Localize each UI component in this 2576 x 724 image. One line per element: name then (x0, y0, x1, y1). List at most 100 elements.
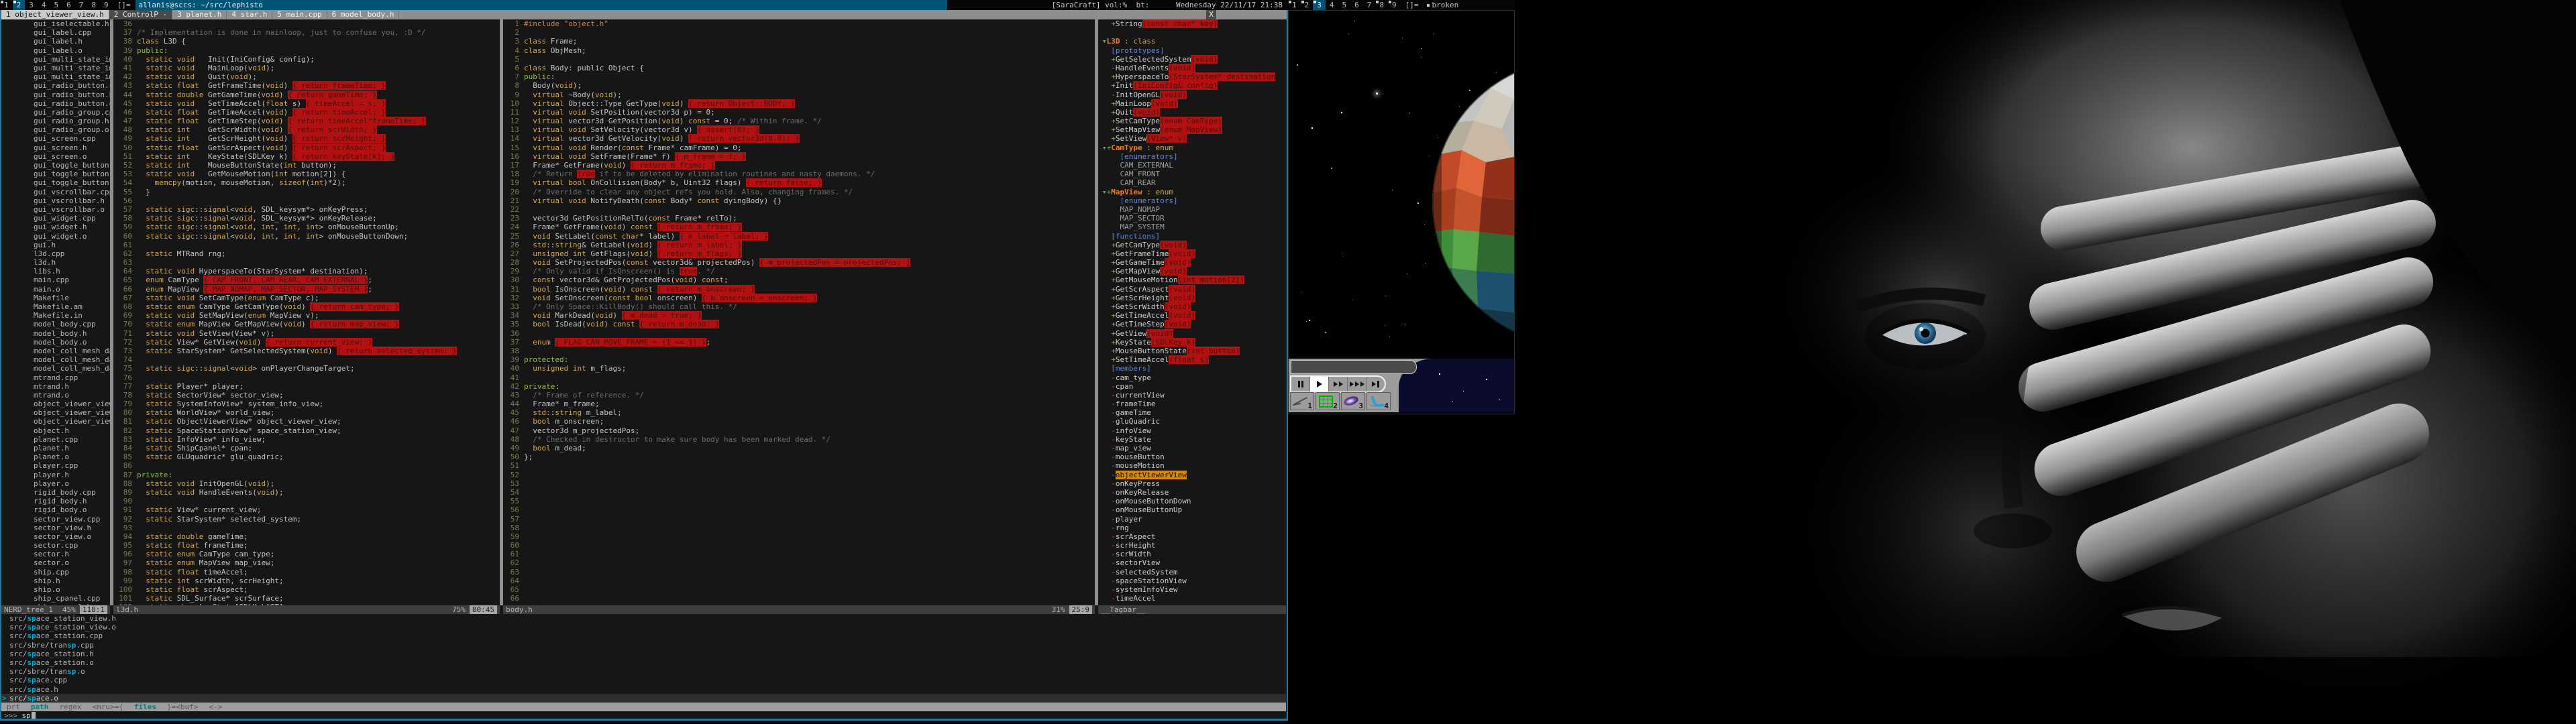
tree-file-ship.h[interactable]: ship.h (1, 577, 110, 585)
tagbar-row[interactable]: -scrAspect (1098, 532, 1286, 541)
tagbar-row[interactable]: +MouseButtonState(int button) (1098, 347, 1286, 355)
tree-file-gui_toggle_button.cpp[interactable]: gui_toggle_button.cpp (1, 161, 110, 170)
ctrlp-result[interactable]: >src/space.o (1, 694, 1286, 703)
ctrlp-mode-regex[interactable]: regex (59, 703, 81, 711)
tagbar-row[interactable]: -cam_type (1098, 373, 1286, 382)
ctrlp-result[interactable]: src/space_station_view.h (1, 614, 1286, 623)
ctrlp-result[interactable]: src/space.cpp (1, 676, 1286, 684)
tree-file-ship.o[interactable]: ship.o (1, 585, 110, 594)
tagbar-row[interactable]: ▾+MapView : enum (1098, 188, 1286, 196)
tree-file-gui_label.h[interactable]: gui_label.h (1, 37, 110, 46)
tree-file-ship_cpanel.cpp[interactable]: ship_cpanel.cpp (1, 594, 110, 603)
vim-tab[interactable]: 5 main.cpp (272, 10, 327, 19)
tagbar-row[interactable]: CAM_REAR (1098, 178, 1286, 187)
workspace-tag-8[interactable]: 8 (1375, 0, 1388, 10)
tree-file-rigid_body.h[interactable]: rigid_body.h (1, 497, 110, 505)
workspace-tag-1[interactable]: 1 (0, 0, 13, 10)
tagbar-row[interactable]: -onKeyRelease (1098, 488, 1286, 497)
tagbar-row[interactable]: +SetCamType(enum CamType) (1098, 117, 1286, 125)
tagbar-row[interactable]: -onMouseButtonUp (1098, 505, 1286, 514)
tree-file-rigid_body.o[interactable]: rigid_body.o (1, 505, 110, 514)
tree-file-gui_label.o[interactable]: gui_label.o (1, 46, 110, 55)
ctrlp-result[interactable]: src/space.h (1, 685, 1286, 694)
tagbar-row[interactable]: -mouseMotion (1098, 461, 1286, 470)
tagbar-row[interactable]: +GetSelectedSystem(void) (1098, 55, 1286, 64)
hud-button-2[interactable]: 2 (1316, 392, 1340, 410)
tagbar-row[interactable]: +GetView(void) (1098, 329, 1286, 338)
tab-close-button[interactable]: X (1206, 10, 1216, 19)
tagbar-row[interactable]: CAM_FRONT (1098, 170, 1286, 178)
tree-file-model_body.o[interactable]: model_body.o (1, 338, 110, 347)
tagbar-row[interactable]: +GetCamType(void) (1098, 241, 1286, 249)
tagbar-row[interactable]: [enumerators] (1098, 196, 1286, 205)
tree-file-gui_label.cpp[interactable]: gui_label.cpp (1, 28, 110, 37)
tagbar-row[interactable]: +GetTimeAccel(void) (1098, 311, 1286, 320)
tagbar-row[interactable]: +GetScrWidth(void) (1098, 302, 1286, 311)
tree-file-gui_vscrollbar.o[interactable]: gui_vscrollbar.o (1, 205, 110, 214)
tagbar-row[interactable]: MAP_SECTOR (1098, 214, 1286, 223)
tagbar-row[interactable]: -rng (1098, 524, 1286, 532)
tagbar-row[interactable]: +HyperspaceTo(StarSystem* destination (1098, 72, 1286, 81)
tagbar-row[interactable]: +GetScrAspect(void) (1098, 285, 1286, 294)
tree-file-gui_iselectable.h[interactable]: gui_iselectable.h (1, 19, 110, 28)
tree-file-gui_toggle_button.h[interactable]: gui_toggle_button.h (1, 170, 110, 178)
tree-file-sector.h[interactable]: sector.h (1, 550, 110, 558)
workspace-tag-2[interactable]: 2 (1301, 0, 1313, 10)
tagbar-row[interactable]: -timeAccel (1098, 594, 1286, 603)
tagbar-row[interactable] (1098, 28, 1286, 37)
tree-file-mtrand.h[interactable]: mtrand.h (1, 382, 110, 391)
workspace-tag-7[interactable]: 7 (75, 0, 88, 10)
tagbar-window[interactable]: +String(const char* key) ▾L3D : class [p… (1098, 19, 1286, 605)
ctrlp-result[interactable]: src/sbre/transp.cpp (1, 641, 1286, 650)
layout-indicator-left[interactable]: []= (113, 0, 136, 10)
tagbar-row[interactable]: -player (1098, 515, 1286, 524)
tree-file-gui_radio_button.cpp[interactable]: gui_radio_button.cpp (1, 81, 110, 90)
workspace-tag-4[interactable]: 4 (38, 0, 50, 10)
tree-file-player.h[interactable]: player.h (1, 471, 110, 479)
terminal-vim-window[interactable]: 1 object_viewer_view.h2 ControlP -3 plan… (0, 10, 1288, 721)
workspace-tag-3[interactable]: 3 (25, 0, 38, 10)
workspace-tag-9[interactable]: 9 (1388, 0, 1401, 10)
tagbar-row[interactable]: CAM_EXTERNAL (1098, 161, 1286, 170)
tree-file-model_coll_mesh_data.h[interactable]: model_coll_mesh_data.h (1, 355, 110, 364)
ctrlp-mode-}=<buf>[interactable]: }=<buf> (167, 703, 198, 711)
tagbar-row[interactable]: [enumerators] (1098, 152, 1286, 161)
workspace-tag-6[interactable]: 6 (1350, 0, 1363, 10)
tree-file-gui_vscrollbar.h[interactable]: gui_vscrollbar.h (1, 196, 110, 205)
tagbar-row[interactable]: +GetMapView(void) (1098, 267, 1286, 276)
tagbar-row[interactable]: [functions] (1098, 232, 1286, 241)
ctrlp-mode-files[interactable]: files (134, 703, 156, 711)
tagbar-row[interactable]: [prototypes] (1098, 46, 1286, 55)
tree-file-gui_screen.h[interactable]: gui_screen.h (1, 143, 110, 152)
tagbar-row[interactable]: +GetMouseMotion(int motion[2]) (1098, 276, 1286, 284)
pause-button[interactable] (1291, 377, 1310, 391)
tree-file-model_body.cpp[interactable]: model_body.cpp (1, 320, 110, 328)
tree-file-gui_radio_group.cpp[interactable]: gui_radio_group.cpp (1, 108, 110, 117)
vim-tab[interactable]: 4 star.h (227, 10, 272, 19)
workspace-tag-9[interactable]: 9 (100, 0, 113, 10)
tagbar-row[interactable]: -gameTime (1098, 408, 1286, 417)
tagbar-row[interactable]: +Init(IniConfig& config) (1098, 81, 1286, 90)
tree-file-gui_widget.h[interactable]: gui_widget.h (1, 223, 110, 231)
tree-file-gui_widget.cpp[interactable]: gui_widget.cpp (1, 214, 110, 223)
ffmax-button[interactable] (1366, 377, 1385, 391)
tree-file-rigid_body.cpp[interactable]: rigid_body.cpp (1, 488, 110, 497)
tree-file-planet.cpp[interactable]: planet.cpp (1, 435, 110, 444)
tree-file-gui_vscrollbar.cpp[interactable]: gui_vscrollbar.cpp (1, 188, 110, 196)
tree-file-sector.o[interactable]: sector.o (1, 558, 110, 567)
vim-tab[interactable]: 3 planet.h (172, 10, 227, 19)
hud-button-3[interactable]: 3 (1341, 392, 1365, 410)
tagbar-row[interactable]: +KeyState(SDLKey k) (1098, 338, 1286, 347)
ctrlp-result[interactable]: src/space_station.h (1, 650, 1286, 658)
ctrlp-result[interactable]: src/space_station_view.o (1, 623, 1286, 631)
tree-file-l3d.h[interactable]: l3d.h (1, 258, 110, 267)
tagbar-row[interactable]: MAP_SYSTEM (1098, 223, 1286, 231)
vim-tab[interactable]: 2 ControlP - (109, 10, 172, 19)
workspace-tag-8[interactable]: 8 (87, 0, 100, 10)
ctrlp-result[interactable]: src/space_station.o (1, 658, 1286, 667)
tree-file-gui_multi_state_image_b[interactable]: gui_multi_state_image_b (1, 64, 110, 72)
ctrlp-result[interactable]: src/sbre/transp.o (1, 667, 1286, 676)
tree-file-gui_widget.o[interactable]: gui_widget.o (1, 232, 110, 241)
tagbar-row[interactable]: +SetView(View* v) (1098, 134, 1286, 143)
tagbar-row[interactable]: -selectedSystem (1098, 568, 1286, 577)
